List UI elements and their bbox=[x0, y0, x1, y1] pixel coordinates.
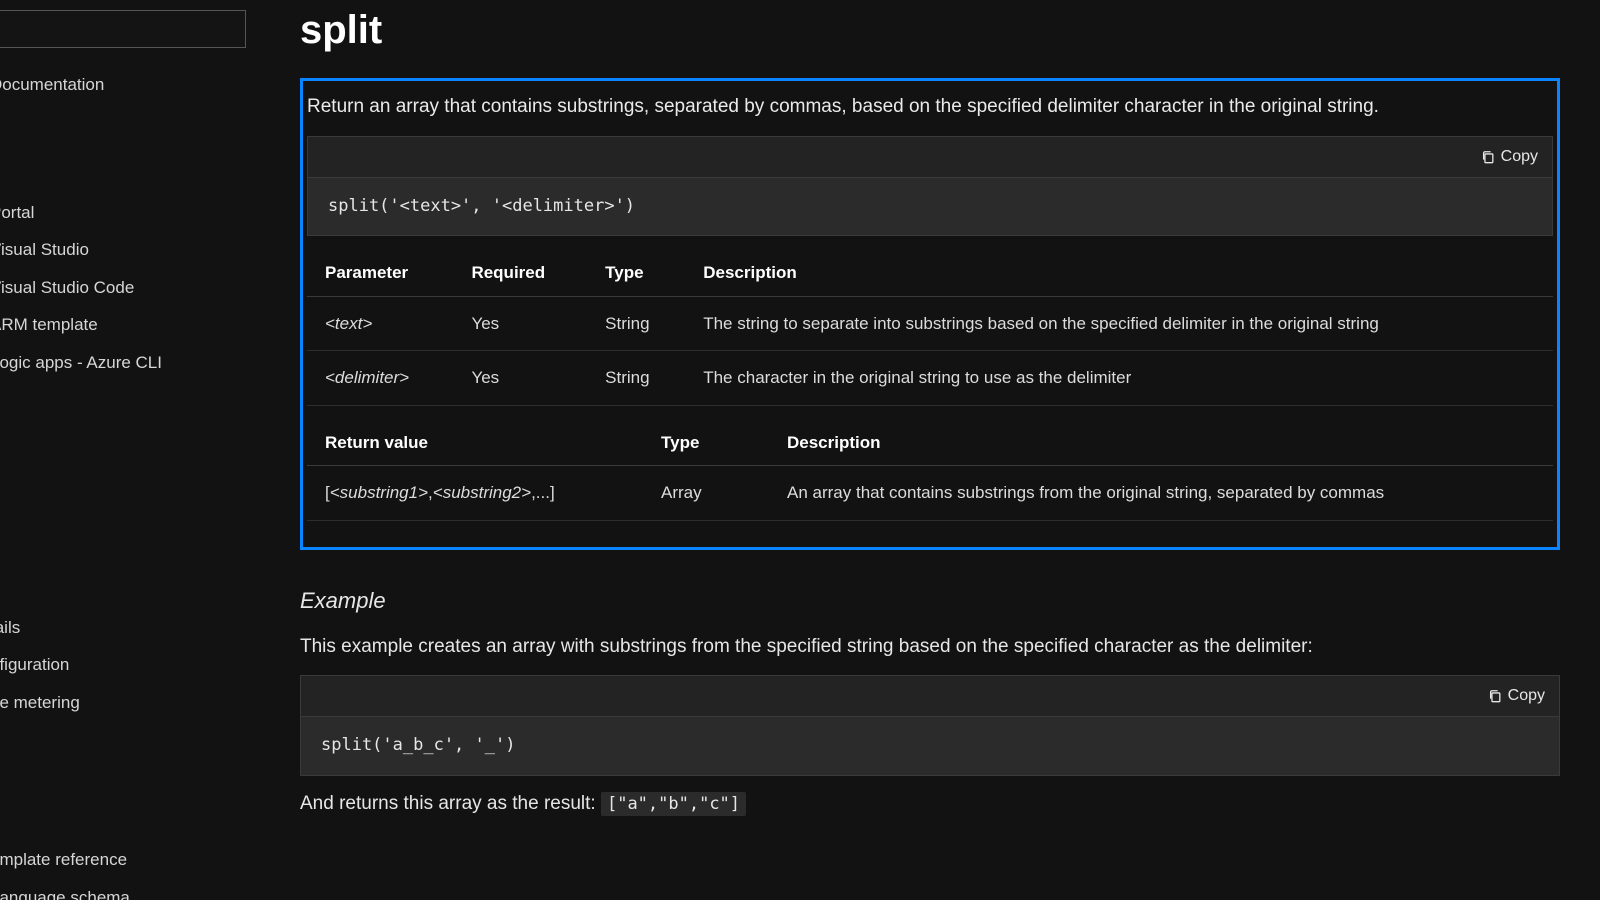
col-parameter: Parameter bbox=[307, 250, 453, 296]
col-type: Type bbox=[587, 250, 685, 296]
signature-code: split('<text>', '<delimiter>') bbox=[308, 178, 1552, 236]
col-return-description: Description bbox=[769, 420, 1553, 466]
copy-button[interactable]: Copy bbox=[1488, 684, 1545, 708]
sidebar-link[interactable]: Visual Studio bbox=[0, 231, 260, 269]
table-row: <text> Yes String The string to separate… bbox=[307, 296, 1553, 351]
sidebar-link[interactable]: emplate reference bbox=[0, 841, 260, 879]
sidebar-link[interactable]: ge metering bbox=[0, 684, 260, 722]
return-desc: An array that contains substrings from t… bbox=[769, 466, 1553, 521]
param-required: Yes bbox=[453, 296, 587, 351]
param-name: <delimiter> bbox=[325, 368, 409, 387]
col-description: Description bbox=[685, 250, 1553, 296]
param-type: String bbox=[587, 296, 685, 351]
example-description: This example creates an array with subst… bbox=[300, 633, 1560, 662]
code-toolbar: Copy bbox=[308, 137, 1552, 178]
example-code-block: Copy split('a_b_c', '_') bbox=[300, 675, 1560, 776]
parameters-table: Parameter Required Type Description <tex… bbox=[307, 250, 1553, 406]
copy-label: Copy bbox=[1501, 145, 1538, 169]
page-title: split bbox=[300, 0, 1560, 60]
param-required: Yes bbox=[453, 351, 587, 406]
highlight-region: Return an array that contains substrings… bbox=[300, 78, 1560, 550]
sidebar-link-documentation[interactable]: Documentation bbox=[0, 66, 260, 104]
example-result-code: ["a","b","c"] bbox=[601, 792, 746, 816]
main-content: split Return an array that contains subs… bbox=[260, 0, 1600, 900]
col-return-value: Return value bbox=[307, 420, 643, 466]
code-toolbar: Copy bbox=[301, 676, 1559, 717]
copy-label: Copy bbox=[1508, 684, 1545, 708]
sidebar-link[interactable]: nfiguration bbox=[0, 646, 260, 684]
sidebar-link[interactable]: Language schema bbox=[0, 879, 260, 900]
sidebar-link[interactable]: tails bbox=[0, 609, 260, 647]
return-table: Return value Type Description [<substrin… bbox=[307, 420, 1553, 521]
table-row: [<substring1>,<substring2>,...] Array An… bbox=[307, 466, 1553, 521]
param-type: String bbox=[587, 351, 685, 406]
function-description: Return an array that contains substrings… bbox=[307, 93, 1553, 122]
copy-icon bbox=[1488, 689, 1502, 703]
return-value: [<substring1>,<substring2>,...] bbox=[307, 466, 643, 521]
sidebar-link[interactable]: Portal bbox=[0, 194, 260, 232]
sidebar-link[interactable]: s bbox=[0, 571, 260, 609]
sidebar: Documentation Portal Visual Studio Visua… bbox=[0, 0, 260, 900]
example-result: And returns this array as the result: ["… bbox=[300, 790, 1560, 819]
param-desc: The string to separate into substrings b… bbox=[685, 296, 1553, 351]
copy-icon bbox=[1481, 150, 1495, 164]
col-required: Required bbox=[453, 250, 587, 296]
col-return-type: Type bbox=[643, 420, 769, 466]
example-heading: Example bbox=[300, 584, 1560, 617]
signature-code-block: Copy split('<text>', '<delimiter>') bbox=[307, 136, 1553, 237]
example-code: split('a_b_c', '_') bbox=[301, 717, 1559, 775]
sidebar-link[interactable]: Logic apps - Azure CLI bbox=[0, 344, 260, 382]
sidebar-link[interactable]: Visual Studio Code bbox=[0, 269, 260, 307]
param-name: <text> bbox=[325, 314, 372, 333]
table-row: <delimiter> Yes String The character in … bbox=[307, 351, 1553, 406]
sidebar-link[interactable]: ARM template bbox=[0, 306, 260, 344]
param-desc: The character in the original string to … bbox=[685, 351, 1553, 406]
return-type: Array bbox=[643, 466, 769, 521]
search-input[interactable] bbox=[0, 10, 246, 48]
copy-button[interactable]: Copy bbox=[1481, 145, 1538, 169]
